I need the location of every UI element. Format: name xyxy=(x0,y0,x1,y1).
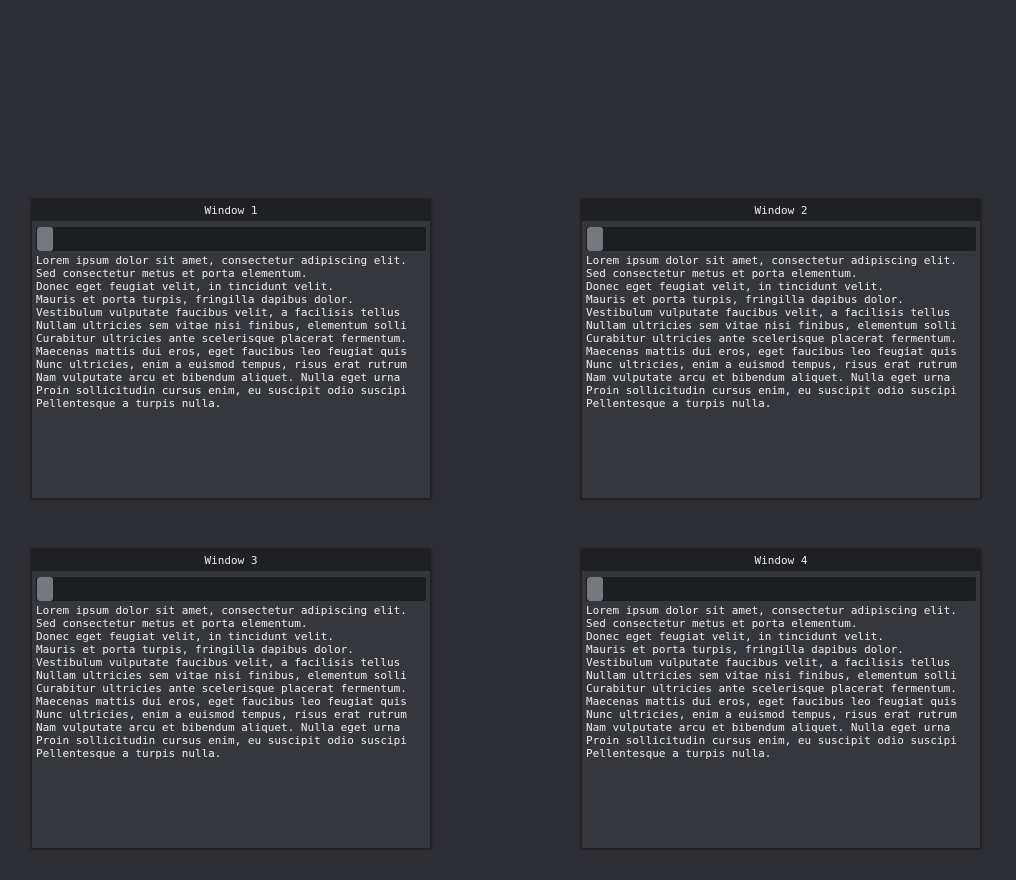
window-titlebar[interactable]: Window 2 xyxy=(582,200,980,221)
text-line: Pellentesque a turpis nulla. xyxy=(586,747,772,760)
window-1[interactable]: Window 1 Lorem ipsum dolor sit amet, con… xyxy=(31,199,431,499)
text-line: Nunc ultricies, enim a euismod tempus, r… xyxy=(586,358,957,371)
text-line: Nunc ultricies, enim a euismod tempus, r… xyxy=(586,708,957,721)
text-line: Curabitur ultricies ante scelerisque pla… xyxy=(586,682,957,695)
text-line: Nam vulputate arcu et bibendum aliquet. … xyxy=(36,721,401,734)
text-line: Donec eget feugiat velit, in tincidunt v… xyxy=(586,630,885,643)
text-line: Nullam ultricies sem vitae nisi finibus,… xyxy=(586,669,957,682)
text-line: Curabitur ultricies ante scelerisque pla… xyxy=(36,332,407,345)
text-line: Nullam ultricies sem vitae nisi finibus,… xyxy=(36,669,407,682)
text-line: Vestibulum vulputate faucibus velit, a f… xyxy=(36,656,401,669)
text-line: Maecenas mattis dui eros, eget faucibus … xyxy=(586,345,957,358)
text-line: Donec eget feugiat velit, in tincidunt v… xyxy=(36,280,335,293)
text-content: Lorem ipsum dolor sit amet, consectetur … xyxy=(586,254,977,494)
horizontal-scrollbar[interactable] xyxy=(36,227,426,251)
window-4[interactable]: Window 4 Lorem ipsum dolor sit amet, con… xyxy=(581,549,981,849)
text-line: Curabitur ultricies ante scelerisque pla… xyxy=(586,332,957,345)
text-line: Nullam ultricies sem vitae nisi finibus,… xyxy=(36,319,407,332)
text-line: Maecenas mattis dui eros, eget faucibus … xyxy=(586,695,957,708)
scrollbar-thumb[interactable] xyxy=(587,227,603,251)
text-line: Pellentesque a turpis nulla. xyxy=(36,397,222,410)
scrollbar-thumb[interactable] xyxy=(37,577,53,601)
text-line: Nunc ultricies, enim a euismod tempus, r… xyxy=(36,358,407,371)
text-line: Nam vulputate arcu et bibendum aliquet. … xyxy=(586,371,951,384)
text-line: Sed consectetur metus et porta elementum… xyxy=(36,267,308,280)
text-line: Mauris et porta turpis, fringilla dapibu… xyxy=(36,293,354,306)
text-line: Vestibulum vulputate faucibus velit, a f… xyxy=(586,306,951,319)
text-line: Maecenas mattis dui eros, eget faucibus … xyxy=(36,345,407,358)
text-content: Lorem ipsum dolor sit amet, consectetur … xyxy=(36,254,427,494)
text-line: Sed consectetur metus et porta elementum… xyxy=(586,617,858,630)
window-3[interactable]: Window 3 Lorem ipsum dolor sit amet, con… xyxy=(31,549,431,849)
text-line: Lorem ipsum dolor sit amet, consectetur … xyxy=(36,604,407,617)
text-line: Mauris et porta turpis, fringilla dapibu… xyxy=(586,293,904,306)
text-line: Lorem ipsum dolor sit amet, consectetur … xyxy=(586,254,957,267)
text-line: Vestibulum vulputate faucibus velit, a f… xyxy=(36,306,401,319)
text-line: Proin sollicitudin cursus enim, eu susci… xyxy=(586,734,957,747)
text-line: Donec eget feugiat velit, in tincidunt v… xyxy=(36,630,335,643)
window-titlebar[interactable]: Window 4 xyxy=(582,550,980,571)
horizontal-scrollbar[interactable] xyxy=(586,577,976,601)
text-line: Nam vulputate arcu et bibendum aliquet. … xyxy=(36,371,401,384)
text-line: Sed consectetur metus et porta elementum… xyxy=(36,617,308,630)
text-line: Vestibulum vulputate faucibus velit, a f… xyxy=(586,656,951,669)
horizontal-scrollbar[interactable] xyxy=(586,227,976,251)
text-line: Donec eget feugiat velit, in tincidunt v… xyxy=(586,280,885,293)
text-line: Nunc ultricies, enim a euismod tempus, r… xyxy=(36,708,407,721)
text-line: Lorem ipsum dolor sit amet, consectetur … xyxy=(586,604,957,617)
text-line: Nam vulputate arcu et bibendum aliquet. … xyxy=(586,721,951,734)
text-line: Proin sollicitudin cursus enim, eu susci… xyxy=(36,384,407,397)
window-titlebar[interactable]: Window 3 xyxy=(32,550,430,571)
text-content: Lorem ipsum dolor sit amet, consectetur … xyxy=(586,604,977,844)
window-2[interactable]: Window 2 Lorem ipsum dolor sit amet, con… xyxy=(581,199,981,499)
text-line: Maecenas mattis dui eros, eget faucibus … xyxy=(36,695,407,708)
text-line: Proin sollicitudin cursus enim, eu susci… xyxy=(586,384,957,397)
text-line: Pellentesque a turpis nulla. xyxy=(36,747,222,760)
scrollbar-thumb[interactable] xyxy=(587,577,603,601)
text-line: Proin sollicitudin cursus enim, eu susci… xyxy=(36,734,407,747)
horizontal-scrollbar[interactable] xyxy=(36,577,426,601)
scrollbar-thumb[interactable] xyxy=(37,227,53,251)
text-line: Nullam ultricies sem vitae nisi finibus,… xyxy=(586,319,957,332)
window-titlebar[interactable]: Window 1 xyxy=(32,200,430,221)
text-line: Lorem ipsum dolor sit amet, consectetur … xyxy=(36,254,407,267)
text-line: Sed consectetur metus et porta elementum… xyxy=(586,267,858,280)
text-line: Mauris et porta turpis, fringilla dapibu… xyxy=(586,643,904,656)
text-line: Curabitur ultricies ante scelerisque pla… xyxy=(36,682,407,695)
text-content: Lorem ipsum dolor sit amet, consectetur … xyxy=(36,604,427,844)
text-line: Mauris et porta turpis, fringilla dapibu… xyxy=(36,643,354,656)
text-line: Pellentesque a turpis nulla. xyxy=(586,397,772,410)
